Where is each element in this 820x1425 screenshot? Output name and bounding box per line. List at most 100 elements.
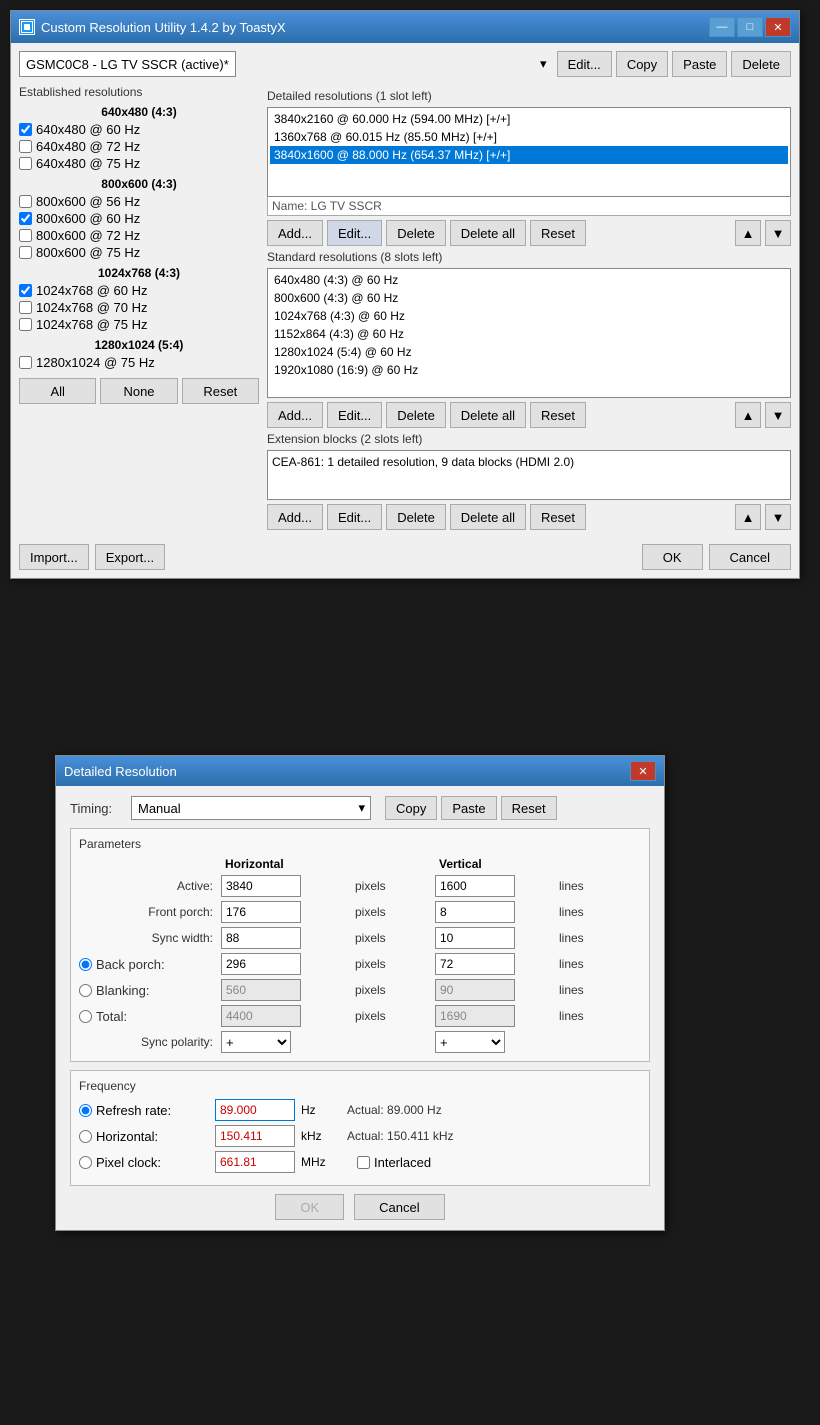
res-item-800x600-72: 800x600 @ 72 Hz [19,228,259,243]
detailed-resolutions-list[interactable]: 3840x2160 @ 60.000 Hz (594.00 MHz) [+/+]… [267,107,791,197]
blanking-radio[interactable] [79,984,92,997]
reset-timing-button[interactable]: Reset [501,796,557,820]
ok-button[interactable]: OK [642,544,703,570]
edit-detailed-button[interactable]: Edit... [327,220,382,246]
reset-standard-button[interactable]: Reset [530,402,586,428]
active-h-unit: pixels [353,879,433,893]
list-item[interactable]: 3840x2160 @ 60.000 Hz (594.00 MHz) [+/+] [270,110,788,128]
list-item[interactable]: 800x600 (4:3) @ 60 Hz [270,289,788,307]
maximize-button[interactable]: □ [737,17,763,37]
delete-all-detailed-button[interactable]: Delete all [450,220,526,246]
dialog-cancel-button[interactable]: Cancel [354,1194,444,1220]
total-h-input[interactable] [221,1005,301,1027]
standard-resolutions-list[interactable]: 640x480 (4:3) @ 60 Hz 800x600 (4:3) @ 60… [267,268,791,398]
reset-established-button[interactable]: Reset [182,378,259,404]
checkbox-800x600-60[interactable] [19,212,32,225]
pixel-clock-input[interactable] [215,1151,295,1173]
interlaced-checkbox[interactable] [357,1156,370,1169]
parameters-section: Parameters Horizontal Vertical Active: p… [70,828,650,1062]
delete-all-extension-button[interactable]: Delete all [450,504,526,530]
total-v-input[interactable] [435,1005,515,1027]
add-extension-button[interactable]: Add... [267,504,323,530]
edit-device-button[interactable]: Edit... [557,51,612,77]
reset-extension-button[interactable]: Reset [530,504,586,530]
list-item[interactable]: 640x480 (4:3) @ 60 Hz [270,271,788,289]
all-button[interactable]: All [19,378,96,404]
checkbox-1024x768-60[interactable] [19,284,32,297]
pixel-clock-radio[interactable] [79,1156,92,1169]
back-porch-h-input[interactable] [221,953,301,975]
delete-extension-button[interactable]: Delete [386,504,446,530]
edit-standard-button[interactable]: Edit... [327,402,382,428]
move-up-extension-button[interactable]: ▲ [735,504,761,530]
dialog-ok-button[interactable]: OK [275,1194,344,1220]
sync-polarity-v-select[interactable]: +- [435,1031,505,1053]
move-down-extension-button[interactable]: ▼ [765,504,791,530]
move-down-standard-button[interactable]: ▼ [765,402,791,428]
add-detailed-button[interactable]: Add... [267,220,323,246]
cancel-button[interactable]: Cancel [709,544,791,570]
sync-width-h-input[interactable] [221,927,301,949]
paste-timing-button[interactable]: Paste [441,796,496,820]
delete-all-standard-button[interactable]: Delete all [450,402,526,428]
edit-extension-button[interactable]: Edit... [327,504,382,530]
detailed-resolutions-title: Detailed resolutions (1 slot left) [267,89,791,103]
sync-polarity-label: Sync polarity: [79,1035,219,1049]
export-button[interactable]: Export... [95,544,165,570]
move-up-standard-button[interactable]: ▲ [735,402,761,428]
paste-device-button[interactable]: Paste [672,51,727,77]
move-up-detailed-button[interactable]: ▲ [735,220,761,246]
checkbox-640x480-72[interactable] [19,140,32,153]
checkbox-800x600-56[interactable] [19,195,32,208]
label-640x480-72: 640x480 @ 72 Hz [36,139,140,154]
timing-dropdown[interactable]: Manual [131,796,371,820]
copy-device-button[interactable]: Copy [616,51,668,77]
reset-detailed-button[interactable]: Reset [530,220,586,246]
bottom-left-btns: Import... Export... [19,544,165,570]
checkbox-640x480-75[interactable] [19,157,32,170]
list-item[interactable]: 1152x864 (4:3) @ 60 Hz [270,325,788,343]
list-item[interactable]: 3840x1600 @ 88.000 Hz (654.37 MHz) [+/+] [270,146,788,164]
list-item[interactable]: 1920x1080 (16:9) @ 60 Hz [270,361,788,379]
active-v-input[interactable] [435,875,515,897]
none-button[interactable]: None [100,378,177,404]
device-dropdown[interactable]: GSMC0C8 - LG TV SSCR (active)* [19,51,236,77]
delete-standard-button[interactable]: Delete [386,402,446,428]
refresh-rate-radio[interactable] [79,1104,92,1117]
total-h-unit: pixels [353,1009,433,1023]
list-item[interactable]: 1024x768 (4:3) @ 60 Hz [270,307,788,325]
import-button[interactable]: Import... [19,544,89,570]
dialog-close-button[interactable]: ✕ [630,761,656,781]
checkbox-1024x768-75[interactable] [19,318,32,331]
res-group-640x480-title: 640x480 (4:3) [19,105,259,119]
front-porch-v-input[interactable] [435,901,515,923]
sync-width-v-input[interactable] [435,927,515,949]
back-porch-v-input[interactable] [435,953,515,975]
total-radio[interactable] [79,1010,92,1023]
refresh-rate-input[interactable] [215,1099,295,1121]
delete-device-button[interactable]: Delete [731,51,791,77]
list-item[interactable]: 1280x1024 (5:4) @ 60 Hz [270,343,788,361]
checkbox-800x600-72[interactable] [19,229,32,242]
horizontal-freq-input[interactable] [215,1125,295,1147]
copy-timing-button[interactable]: Copy [385,796,437,820]
front-porch-h-input[interactable] [221,901,301,923]
sync-polarity-h-select[interactable]: +- [221,1031,291,1053]
add-standard-button[interactable]: Add... [267,402,323,428]
active-h-input[interactable] [221,875,301,897]
horizontal-freq-radio[interactable] [79,1130,92,1143]
checkbox-800x600-75[interactable] [19,246,32,259]
frequency-section: Frequency Refresh rate: Hz Actual: 89.00… [70,1070,650,1186]
back-porch-radio-label: Back porch: [79,957,213,972]
back-porch-radio[interactable] [79,958,92,971]
list-item[interactable]: 1360x768 @ 60.015 Hz (85.50 MHz) [+/+] [270,128,788,146]
close-button[interactable]: ✕ [765,17,791,37]
checkbox-1024x768-70[interactable] [19,301,32,314]
move-down-detailed-button[interactable]: ▼ [765,220,791,246]
checkbox-1280x1024-75[interactable] [19,356,32,369]
blanking-v-input[interactable] [435,979,515,1001]
blanking-h-input[interactable] [221,979,301,1001]
minimize-button[interactable]: — [709,17,735,37]
checkbox-640x480-60[interactable] [19,123,32,136]
delete-detailed-button[interactable]: Delete [386,220,446,246]
